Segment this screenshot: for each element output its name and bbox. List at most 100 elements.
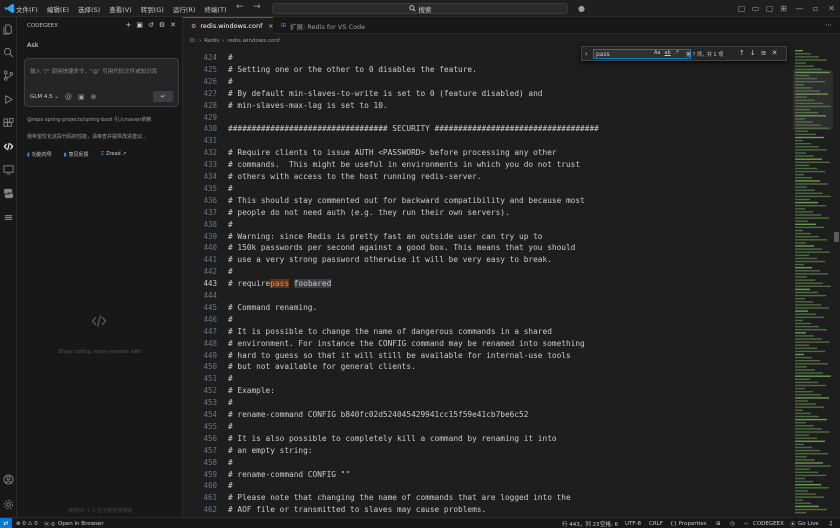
find-in-selection-icon[interactable]: ≡	[761, 49, 767, 57]
code-line[interactable]: 441 # use a very strong password otherwis…	[183, 254, 793, 265]
run-debug-icon[interactable]	[2, 93, 15, 106]
toggle-replace-icon[interactable]: ›	[585, 50, 588, 58]
open-in-browser-button[interactable]: Open In Browser	[58, 518, 104, 528]
layout-icon[interactable]: ⊞	[778, 3, 789, 14]
code-line[interactable]: 426 #	[183, 76, 793, 87]
code-line[interactable]: 439 # Warning: since Redis is pretty fast…	[183, 231, 793, 242]
tab-redis-extension[interactable]: ⊞ 扩展: Redis for VS Code	[273, 17, 369, 34]
toggle-secondary-sidebar-icon[interactable]: ▢	[764, 3, 775, 14]
code-line[interactable]: 462 # AOF file or transmitted to slaves m…	[183, 504, 793, 515]
code-line[interactable]: 456 # It is also possible to completely k…	[183, 433, 793, 444]
code-line[interactable]: 445 # Command renaming.	[183, 302, 793, 313]
scrollbar-thumb[interactable]	[834, 232, 839, 242]
go-live-icon[interactable]: ⦿	[790, 518, 796, 528]
cursor-position[interactable]: 行 443，列 23	[562, 518, 600, 528]
settings-icon[interactable]: ⚙	[159, 21, 165, 29]
notifications-bell-icon[interactable]: ♫	[828, 518, 833, 528]
toggle-panel-icon[interactable]: ▭	[750, 3, 761, 14]
code-line[interactable]: 461 # Please note that changing the name …	[183, 492, 793, 503]
code-line[interactable]: 447 # It is possible to change the name o…	[183, 326, 793, 337]
code-line[interactable]: 459 # rename-command CONFIG ""	[183, 469, 793, 480]
breadcrumb-file[interactable]: redis.windows.conf	[227, 38, 279, 44]
search-icon[interactable]	[2, 46, 15, 59]
code-line[interactable]: 440 # 150k passwords per second against a…	[183, 242, 793, 253]
code-line[interactable]: 427 # By default min-slaves-to-write is s…	[183, 88, 793, 99]
regex-toggle[interactable]: .*	[675, 50, 679, 56]
back-button[interactable]: ←	[236, 2, 244, 12]
code-line[interactable]: 452 # Example:	[183, 385, 793, 396]
copilot-icon[interactable]: ●	[576, 3, 587, 14]
code-line[interactable]: 425 # Setting one or the other to 0 disab…	[183, 64, 793, 75]
code-line[interactable]: 429	[183, 112, 793, 123]
history-icon[interactable]: ↺	[148, 21, 154, 29]
eol-setting[interactable]: CRLF	[649, 518, 663, 528]
next-match-icon[interactable]: ↓	[750, 49, 756, 57]
code-line[interactable]: 432 # Require clients to issue AUTH <PASS…	[183, 147, 793, 158]
web-icon[interactable]: ⊕	[91, 93, 97, 101]
code-line[interactable]: 457 # an empty string:	[183, 445, 793, 456]
python-icon[interactable]	[2, 187, 15, 200]
code-line[interactable]: 428 # min-slaves-max-lag is set to 10.	[183, 100, 793, 111]
source-control-icon[interactable]	[2, 69, 15, 82]
extensions-icon[interactable]	[2, 117, 15, 130]
model-selector[interactable]: GLM 4.5 ⌄	[30, 94, 59, 100]
menu-run[interactable]: 运行(R)	[173, 4, 196, 14]
code-line[interactable]: 431	[183, 135, 793, 146]
panel-layout-icon[interactable]: ▣	[136, 21, 143, 29]
menu-file[interactable]: 文件(F)	[16, 4, 38, 14]
explorer-icon[interactable]	[2, 23, 15, 36]
menu-edit[interactable]: 编辑(E)	[47, 4, 69, 14]
code-line[interactable]: 430 ################################## SE…	[183, 123, 793, 134]
close-find-icon[interactable]: ✕	[772, 49, 778, 57]
codegeex-status-icon[interactable]: ‹›	[744, 518, 748, 528]
language-mode[interactable]: {} Properties	[670, 518, 707, 528]
breadcrumb-drive[interactable]: D:	[190, 38, 196, 44]
redis-icon[interactable]	[2, 211, 15, 224]
code-line[interactable]: 437 # people do not need auth (e.g. they …	[183, 207, 793, 218]
zread-link[interactable]: Z Zread ↗	[101, 151, 127, 158]
code-line[interactable]: 438 #	[183, 219, 793, 230]
breadcrumb-folder[interactable]: Redis	[204, 38, 219, 44]
command-center-search[interactable]: 搜索	[272, 3, 568, 14]
close-panel-icon[interactable]: ✕	[170, 21, 176, 29]
maximize-button[interactable]: ▫	[810, 3, 821, 14]
code-line[interactable]: 434 # others with access to the host runn…	[183, 171, 793, 182]
menu-terminal[interactable]: 终端(T)	[204, 4, 226, 14]
code-line[interactable]: 451 #	[183, 373, 793, 384]
code-line[interactable]: 458 #	[183, 457, 793, 468]
ports-indicator[interactable]: ⓦ 0	[44, 518, 55, 528]
toggle-sidebar-icon[interactable]: ▢	[736, 3, 747, 14]
settings-gear-icon[interactable]	[2, 498, 15, 511]
remote-explorer-icon[interactable]	[2, 163, 15, 176]
feedback-link[interactable]: ▮ 意见反馈	[64, 151, 89, 158]
code-line[interactable]: 442 #	[183, 266, 793, 277]
code-line[interactable]: 460 #	[183, 480, 793, 491]
more-actions-icon[interactable]: ⋯	[825, 21, 832, 29]
code-line[interactable]: 448 # environment. For instance the CONFI…	[183, 338, 793, 349]
codegeex-icon[interactable]	[2, 140, 15, 153]
send-button[interactable]: ↵	[153, 91, 173, 102]
code-line[interactable]: 443 # requirepass foobared	[183, 278, 793, 289]
menu-selection[interactable]: 选择(S)	[78, 4, 100, 14]
code-line[interactable]: 454 # rename-command CONFIG b840fc02d5240…	[183, 409, 793, 420]
code-line[interactable]: 450 # but not available for general clien…	[183, 361, 793, 372]
encoding-setting[interactable]: UTF-8	[625, 518, 641, 528]
code-line[interactable]: 455 #	[183, 421, 793, 432]
vertical-scrollbar[interactable]	[833, 46, 840, 517]
account-icon[interactable]	[2, 473, 15, 486]
code-line[interactable]: 436 # This should stay commented out for …	[183, 195, 793, 206]
indentation-setting[interactable]: 空格: 6	[600, 518, 618, 528]
code-line[interactable]: 444	[183, 290, 793, 301]
tab-redis-conf[interactable]: ⚙ redis.windows.conf ×	[183, 17, 273, 34]
minimize-button[interactable]: —	[794, 3, 805, 14]
mention-icon[interactable]: @	[65, 93, 72, 101]
menu-go[interactable]: 转到(G)	[141, 4, 164, 14]
chat-input-box[interactable]: 输入 "/" 调用快捷命令，"@" 引用代码文件或知识库 GLM 4.5 ⌄ @…	[24, 58, 179, 107]
problems-indicator[interactable]: ⊗ 0 ⚠ 0	[16, 518, 38, 528]
layout-status-icon[interactable]: ⊞	[716, 518, 721, 528]
guide-link[interactable]: ▮ 功能向导	[27, 151, 52, 158]
codegeex-status[interactable]: CODEGEEX	[753, 518, 784, 528]
code-line[interactable]: 449 # hard to guess so that it will still…	[183, 350, 793, 361]
code-line[interactable]: 435 #	[183, 183, 793, 194]
match-case-toggle[interactable]: Aa	[654, 50, 660, 56]
